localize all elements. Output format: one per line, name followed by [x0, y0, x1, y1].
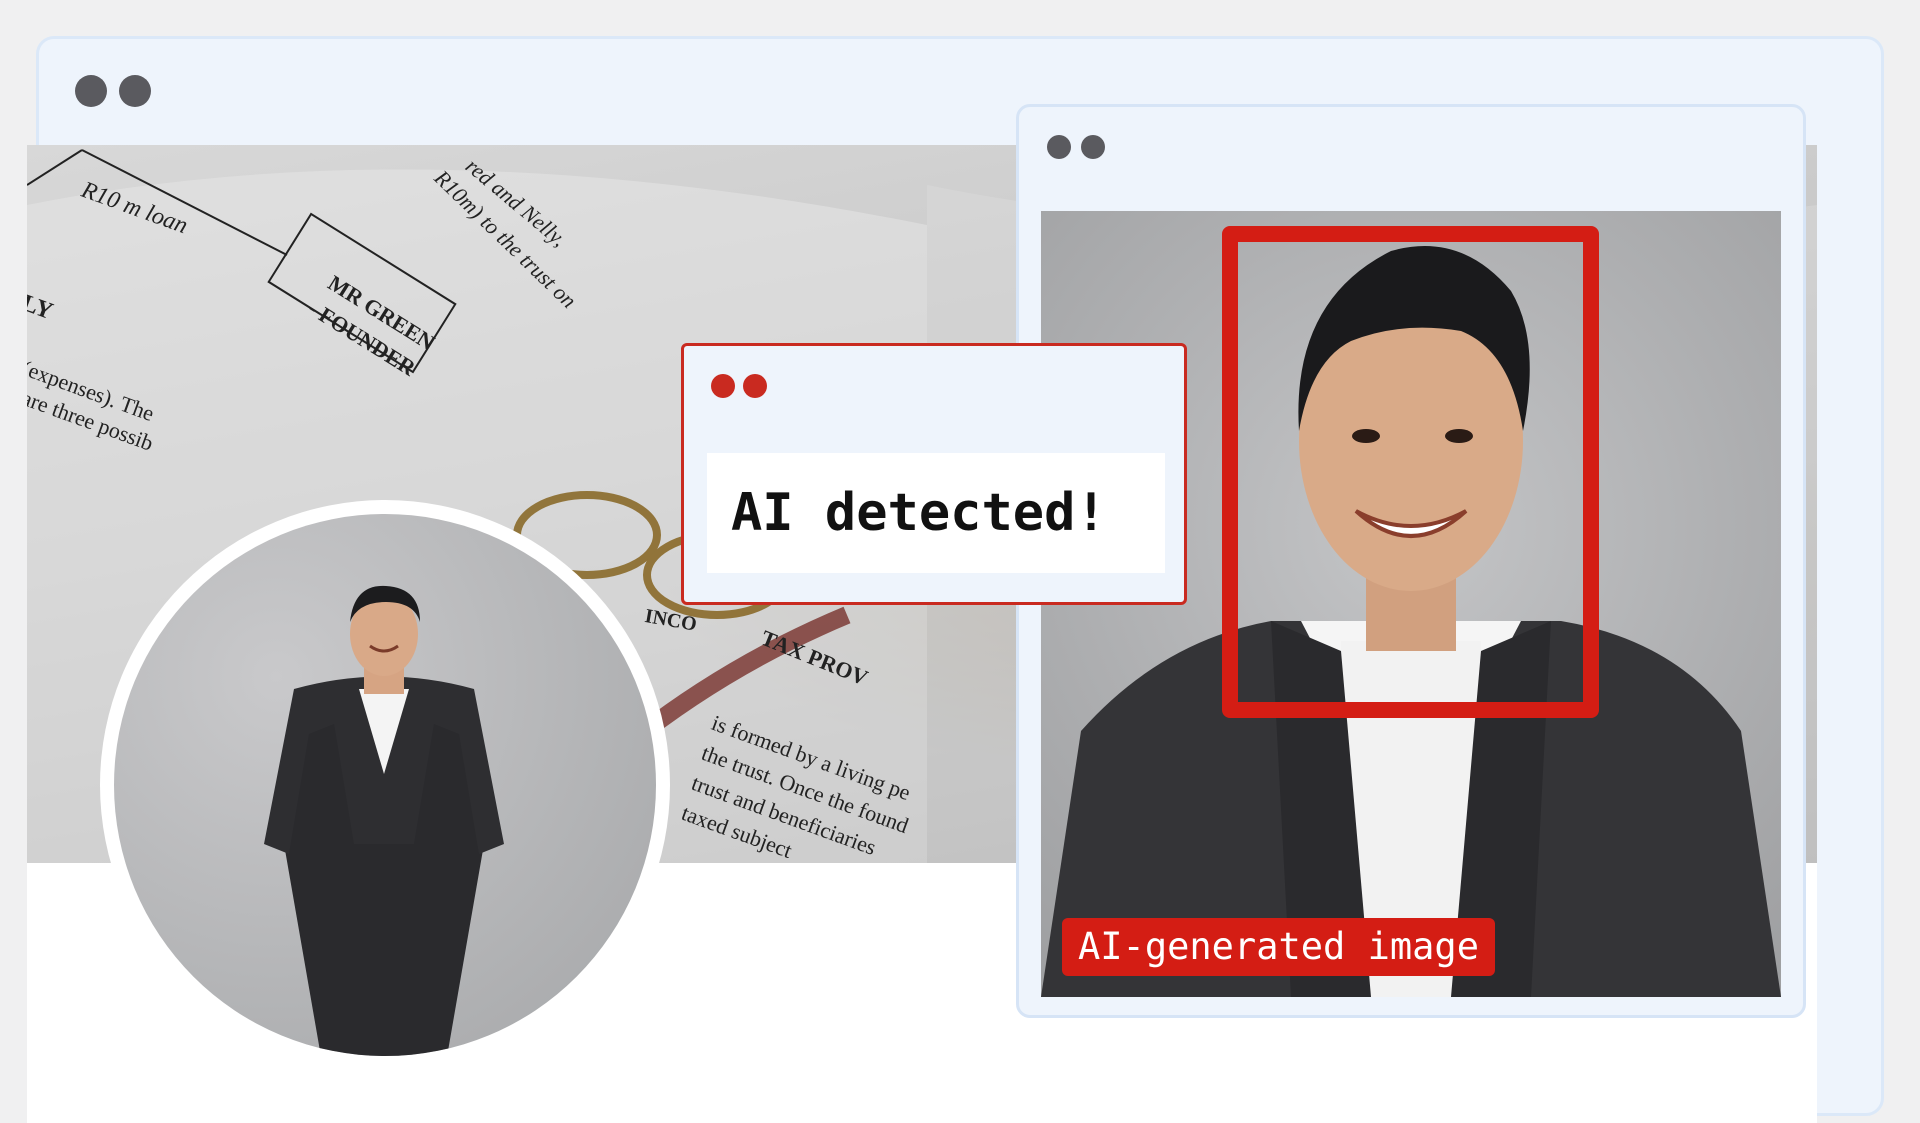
window-control-dot[interactable] — [1047, 135, 1071, 159]
alert-message-box: AI detected! — [707, 453, 1165, 573]
alert-popup: AI detected! — [681, 343, 1187, 605]
face-detection-box — [1222, 226, 1599, 718]
window-controls — [711, 374, 767, 398]
window-control-dot[interactable] — [743, 374, 767, 398]
window-control-dot[interactable] — [711, 374, 735, 398]
window-controls — [75, 75, 151, 107]
alert-message: AI detected! — [731, 483, 1107, 543]
window-control-dot[interactable] — [119, 75, 151, 107]
avatar-person-illustration — [264, 585, 504, 1056]
window-controls — [1047, 135, 1105, 159]
window-control-dot[interactable] — [1081, 135, 1105, 159]
ai-generated-badge: AI-generated image — [1062, 918, 1495, 976]
avatar[interactable] — [114, 514, 656, 1056]
window-control-dot[interactable] — [75, 75, 107, 107]
